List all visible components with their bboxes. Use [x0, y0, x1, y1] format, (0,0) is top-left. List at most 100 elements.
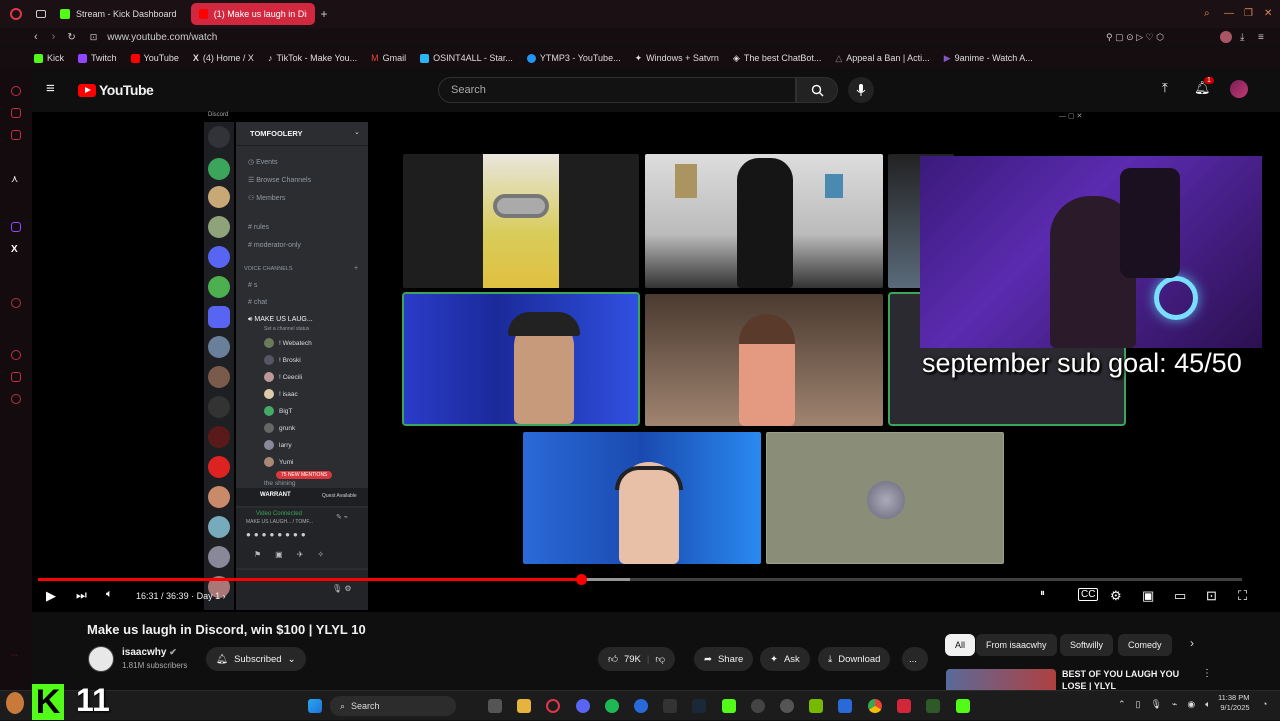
server-folder-icon[interactable] — [208, 306, 230, 328]
server-icon[interactable] — [208, 216, 230, 238]
active-voice-channel[interactable]: 🔊︎ MAKE US LAUG... — [248, 316, 313, 324]
more-side-icon[interactable]: ··· — [11, 652, 21, 662]
minimize-icon[interactable]: — — [1224, 8, 1234, 19]
channel-s[interactable]: # s — [248, 282, 257, 289]
x-side-icon[interactable]: X — [11, 244, 21, 255]
pinboard-icon[interactable] — [11, 372, 21, 382]
chip-softwilly[interactable]: Softwilly — [1060, 634, 1114, 656]
account-avatar[interactable] — [1230, 80, 1248, 98]
server-icon[interactable] — [208, 246, 230, 268]
search-input[interactable]: Search — [438, 77, 796, 103]
subscribed-button[interactable]: 🔔︎ Subscribed ⌄ — [206, 647, 306, 671]
chapter-label[interactable]: Day 1 — [197, 591, 221, 601]
related-video-title[interactable]: BEST OF YOU LAUGH YOU LOSE | YLYL — [1062, 668, 1179, 692]
upload-icon[interactable]: ⤒ — [1162, 80, 1168, 96]
voice-action-icons[interactable]: ⚑▣✈✧ — [254, 550, 338, 559]
tab-youtube-video[interactable]: (1) Make us laugh in Disc — [190, 3, 315, 25]
channel-members[interactable]: ⚇ Members — [248, 194, 285, 202]
reload-icon[interactable]: ↻ — [67, 32, 75, 43]
channel-status-hint[interactable]: Set a channel status — [264, 326, 309, 332]
quest-banner[interactable]: WARRANT Quest Available — [236, 488, 368, 506]
app-icon[interactable] — [956, 699, 970, 713]
maximize-icon[interactable]: ❐ — [1244, 8, 1253, 19]
voice-member[interactable]: ! Ceecili — [264, 372, 302, 382]
server-name[interactable]: TOMFOOLERY — [250, 129, 303, 138]
bookmark-tiktok[interactable]: ♪ TikTok - Make You... — [268, 53, 357, 63]
like-button[interactable]: 👍︎ 79K | 👎︎ — [598, 647, 675, 671]
disconnect-icon[interactable]: ✎ ⌁ — [336, 513, 348, 521]
bookmark-appeal[interactable]: △ Appeal a Ban | Acti... — [835, 53, 929, 64]
steam-icon[interactable] — [692, 699, 706, 713]
voice-member[interactable]: ! Webatech — [264, 338, 312, 348]
voice-channels-header[interactable]: VOICE CHANNELS — [244, 266, 293, 272]
server-icon[interactable] — [208, 516, 230, 538]
tab-islands-icon[interactable] — [36, 10, 46, 18]
miniplayer-icon[interactable]: ▣ — [1142, 588, 1154, 604]
server-icon[interactable] — [208, 158, 230, 180]
bookmark-x[interactable]: X (4) Home / X — [193, 53, 254, 63]
history-icon[interactable] — [11, 350, 21, 360]
app-icon[interactable] — [780, 699, 794, 713]
workspace-icon[interactable] — [11, 130, 21, 140]
related-more-icon[interactable]: ⋮ — [1202, 668, 1212, 679]
participant-avatar-tile[interactable] — [766, 432, 1004, 564]
bookmark-9anime[interactable]: ▶ 9anime - Watch A... — [944, 53, 1033, 64]
server-icon[interactable] — [208, 186, 230, 208]
player-icon[interactable] — [11, 298, 21, 308]
new-mentions-badge[interactable]: 75 NEW MENTIONS — [276, 471, 333, 479]
notification-center-icon[interactable]: ◔ — [1262, 699, 1267, 709]
app-icon[interactable] — [634, 699, 648, 713]
app-icon[interactable] — [663, 699, 677, 713]
theater-mode-icon[interactable]: ▭ — [1174, 588, 1186, 604]
participant-video-tile[interactable] — [523, 432, 761, 564]
chip-from-channel[interactable]: From isaacwhy — [976, 634, 1057, 656]
download-button[interactable]: ⤓ Download — [818, 647, 891, 671]
tab-kick-dashboard[interactable]: Stream - Kick Dashboard — [52, 3, 185, 25]
play-icon[interactable]: ▶ — [46, 588, 56, 604]
server-icon[interactable] — [208, 366, 230, 388]
close-icon[interactable]: ✕ — [1264, 8, 1272, 19]
more-actions-button[interactable]: ... — [902, 647, 928, 671]
participant-video-tile[interactable] — [403, 154, 639, 288]
voice-member[interactable]: grunk — [264, 423, 295, 433]
next-icon[interactable]: ⏭︎ — [76, 588, 87, 603]
cast-icon[interactable]: ⊡ — [1206, 588, 1217, 604]
bookmark-kick[interactable]: Kick — [34, 53, 64, 63]
app-icon[interactable] — [838, 699, 852, 713]
chrome-icon[interactable] — [868, 699, 882, 713]
app-icon[interactable] — [897, 699, 911, 713]
search-button[interactable] — [796, 77, 838, 103]
discord-home-icon[interactable] — [208, 126, 230, 148]
kick-taskbar-icon[interactable] — [722, 699, 736, 713]
search-tabs-icon[interactable]: ⌕ — [1204, 8, 1210, 19]
back-icon[interactable]: ‹ — [34, 31, 38, 43]
channel-avatar[interactable] — [88, 646, 114, 672]
voice-member[interactable]: BigT — [264, 406, 292, 416]
channel-chat[interactable]: # chat — [248, 299, 267, 306]
channel-moderator-only[interactable]: # moderator-only — [248, 242, 301, 249]
add-channel-icon[interactable]: + — [354, 265, 358, 272]
chip-all[interactable]: All — [945, 634, 976, 656]
related-video-thumbnail[interactable] — [946, 669, 1056, 690]
bookmark-gmail[interactable]: M Gmail — [371, 53, 406, 63]
server-icon[interactable] — [208, 426, 230, 448]
voice-member[interactable]: Yumi — [264, 457, 293, 467]
nvidia-icon[interactable] — [809, 699, 823, 713]
menu-icon[interactable]: ≡ — [1258, 32, 1264, 43]
server-icon[interactable] — [208, 456, 230, 478]
volume-icon[interactable]: 🔈︎ — [106, 588, 113, 601]
chip-comedy[interactable]: Comedy — [1118, 634, 1172, 656]
bookmark-ytmp3[interactable]: YTMP3 - YouTube... — [526, 53, 621, 63]
server-icon[interactable] — [208, 336, 230, 358]
discord-taskbar-icon[interactable] — [576, 699, 590, 713]
windows-start-icon[interactable] — [308, 699, 322, 713]
url-field[interactable]: www.youtube.com/watch — [107, 32, 217, 43]
channel-rules[interactable]: # rules — [248, 224, 269, 231]
bookmark-windows[interactable]: ✦ Windows + Satvrn — [635, 53, 719, 64]
channel-browse[interactable]: ☰ Browse Channels — [248, 176, 311, 184]
system-tray-icons[interactable]: ⌃▯🎙︎⌁◉🔈︎ — [1118, 699, 1221, 710]
fullscreen-icon[interactable]: ⛶ — [1238, 588, 1247, 604]
chevron-right-icon[interactable]: › — [1190, 636, 1194, 650]
participant-video-tile[interactable] — [645, 154, 883, 288]
server-icon[interactable] — [208, 396, 230, 418]
